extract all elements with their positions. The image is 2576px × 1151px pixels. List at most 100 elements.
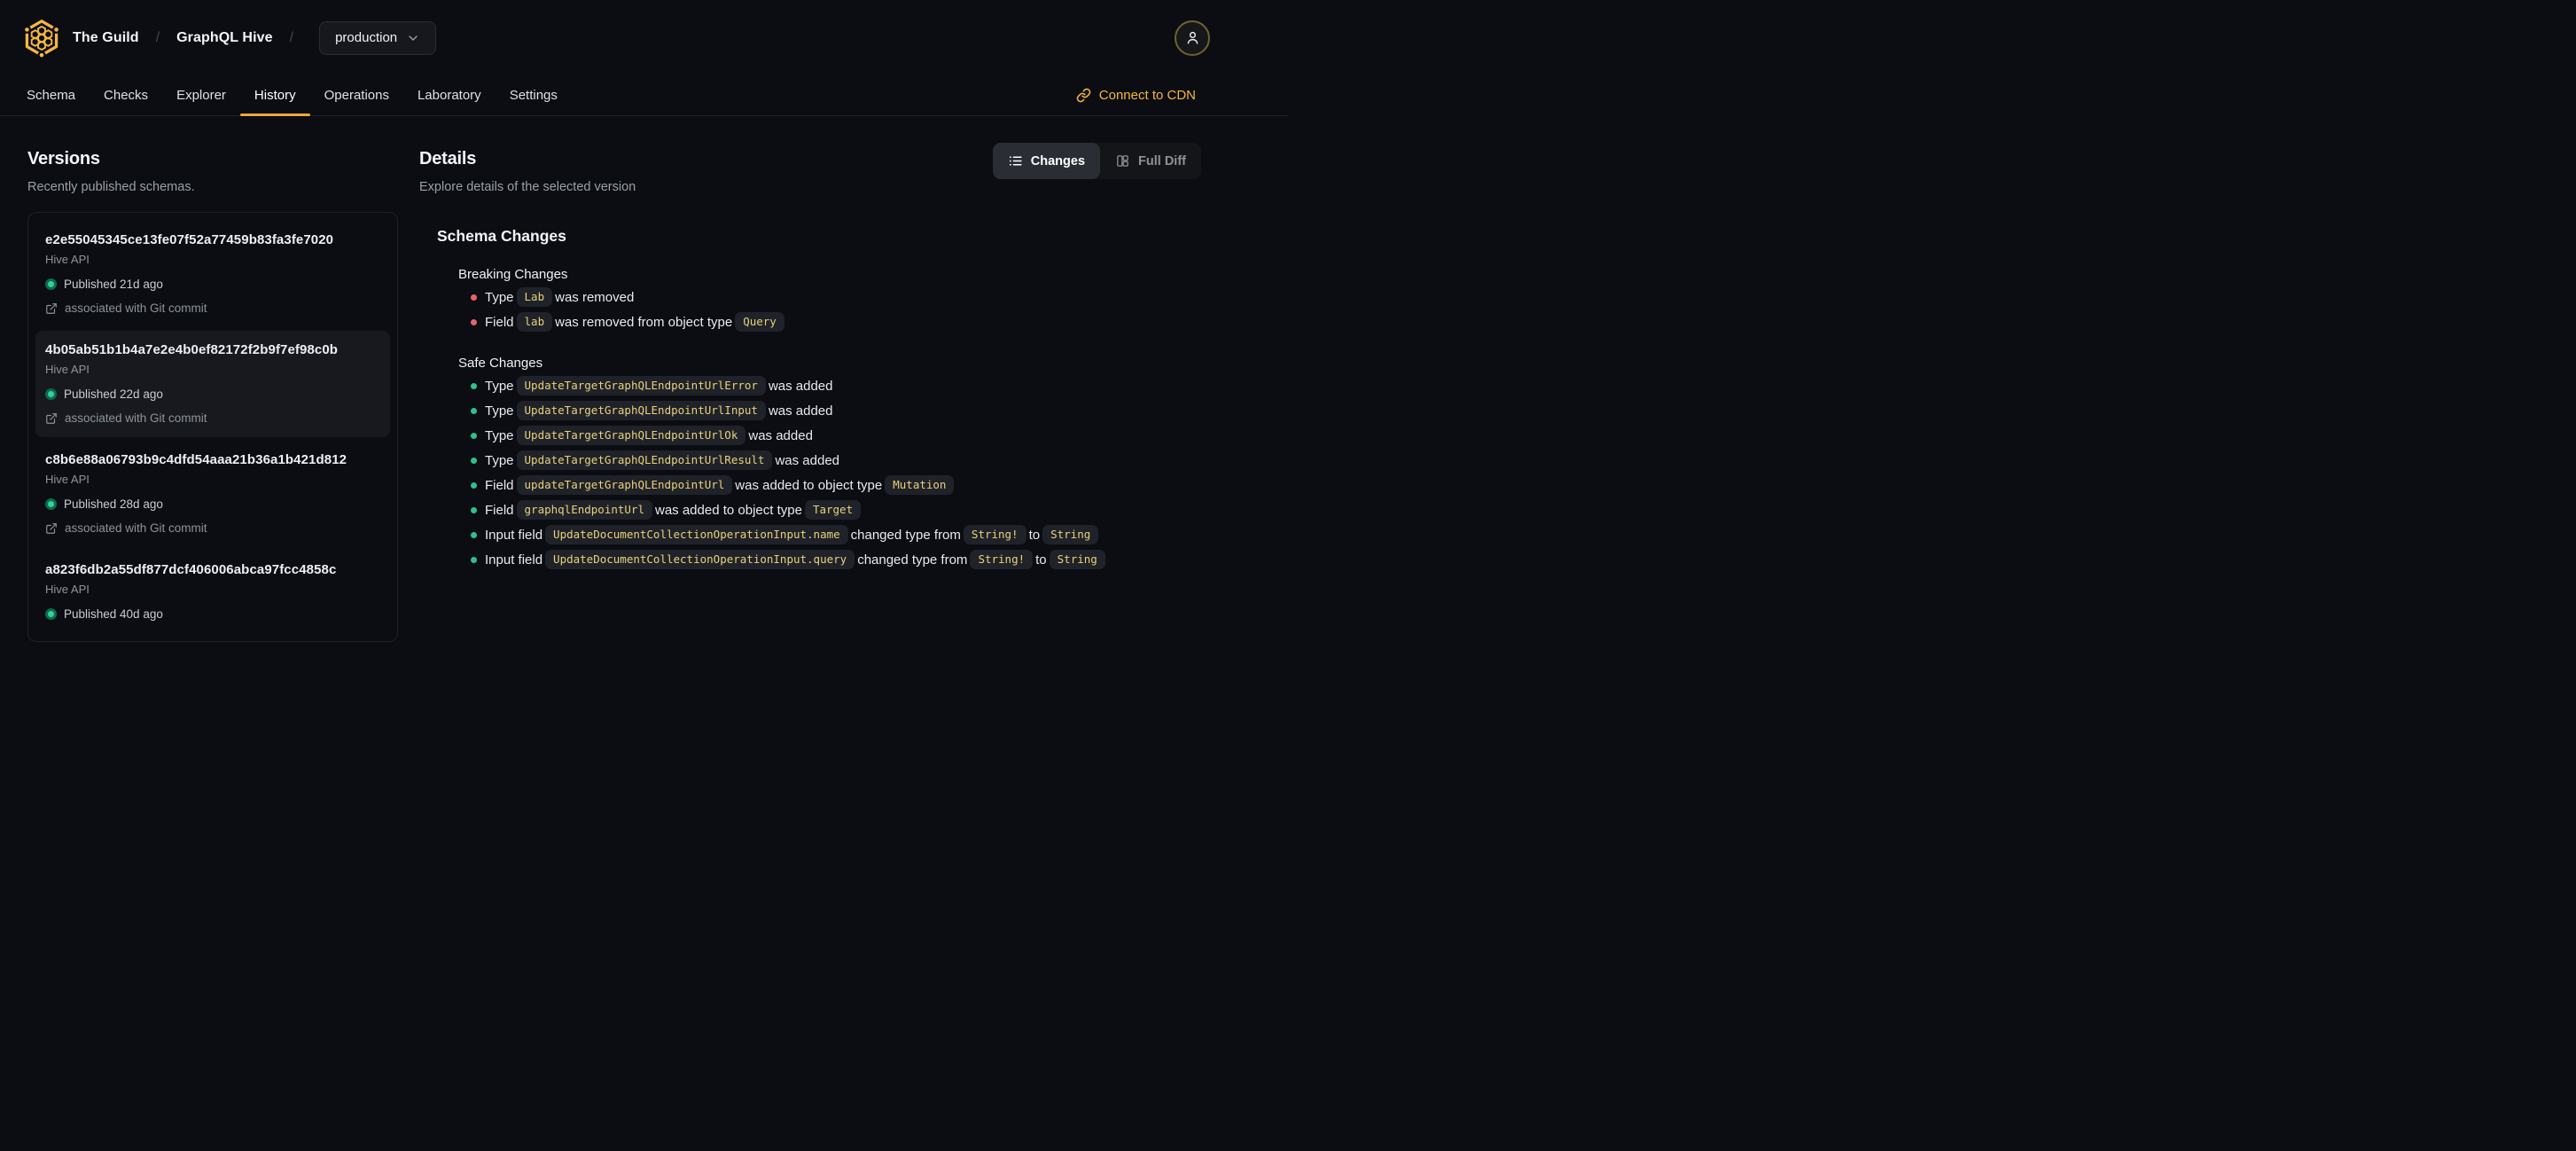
external-link-icon — [46, 522, 57, 534]
tab-label: Schema — [27, 88, 76, 103]
user-menu-button[interactable] — [1175, 20, 1210, 56]
version-published-row: Published 28d ago — [45, 497, 380, 512]
version-published-row: Published 21d ago — [45, 277, 380, 292]
version-hash: a823f6db2a55df877dcf406006abca97fcc4858c — [45, 562, 337, 577]
version-list-item[interactable]: 4b05ab51b1b4a7e2e4b0ef82172f2b9f7ef98c0b… — [35, 331, 390, 437]
connect-to-cdn-button[interactable]: Connect to CDN — [1076, 75, 1196, 115]
git-commit-label: associated with Git commit — [65, 521, 207, 535]
code-chip: UpdateTargetGraphQLEndpointUrlOk — [516, 426, 746, 445]
page-content: Versions Recently published schemas. e2e… — [0, 116, 1288, 642]
change-text: was added — [748, 427, 813, 443]
change-text: Type — [485, 427, 514, 443]
details-subtitle: Explore details of the selected version — [419, 180, 636, 194]
code-chip: Target — [804, 500, 862, 520]
safe-change-item: Field graphqlEndpointUrl was added to ob… — [458, 497, 1201, 522]
version-service-name: Hive API — [45, 253, 90, 266]
code-chip: UpdateTargetGraphQLEndpointUrlError — [516, 376, 766, 395]
git-commit-label: associated with Git commit — [65, 301, 207, 315]
tab-settings[interactable]: Settings — [496, 75, 572, 115]
change-text: was removed from object type — [555, 314, 733, 330]
change-text: Type — [485, 452, 514, 468]
versions-subtitle: Recently published schemas. — [27, 180, 195, 194]
view-toggle-changes[interactable]: Changes — [992, 143, 1101, 179]
git-commit-link[interactable]: associated with Git commit — [45, 521, 380, 536]
tab-explorer[interactable]: Explorer — [162, 75, 240, 115]
code-chip: Query — [735, 312, 785, 332]
change-bullet-dot — [471, 556, 477, 563]
code-chip: graphqlEndpointUrl — [516, 500, 652, 520]
details-header: Details Explore details of the selected … — [419, 143, 1201, 196]
git-commit-link[interactable]: associated with Git commit — [45, 301, 380, 316]
chevron-down-icon — [409, 35, 418, 41]
change-list: Type UpdateTargetGraphQLEndpointUrlError… — [458, 373, 1201, 572]
change-text: was removed — [555, 289, 635, 305]
connect-to-cdn-label: Connect to CDN — [1098, 88, 1196, 103]
tab-label: Checks — [104, 88, 149, 103]
main-nav-tabbar: Schema Checks Explorer History Operations Lab… — [0, 75, 1288, 116]
user-icon — [1187, 31, 1198, 44]
external-link-icon — [46, 412, 57, 424]
change-text: Input field — [485, 552, 543, 568]
link-icon — [1076, 88, 1091, 103]
versions-title: Versions — [27, 149, 100, 168]
code-chip: Lab — [516, 287, 553, 307]
change-text: Type — [485, 378, 514, 394]
code-chip: String — [1049, 550, 1105, 569]
tab-label: Laboratory — [417, 88, 481, 103]
change-text: to — [1028, 527, 1041, 543]
code-chip: lab — [516, 312, 553, 332]
git-commit-label: associated with Git commit — [65, 411, 207, 425]
change-text: changed type from — [850, 527, 961, 543]
change-section-title: Breaking Changes — [458, 267, 568, 282]
change-text: Field — [485, 314, 514, 330]
version-list-item[interactable]: c8b6e88a06793b9c4dfd54aaa21b36a1b421d812… — [35, 441, 390, 547]
breaking-changes-section: Breaking Changes Type Lab was removed Fie… — [458, 266, 1201, 334]
published-status-dot — [45, 388, 57, 400]
details-heading-block: Details Explore details of the selected … — [419, 148, 636, 196]
change-text: was added — [768, 378, 833, 394]
code-chip: Mutation — [885, 475, 955, 495]
tab-list: Schema Checks Explorer History Operations Lab… — [12, 75, 572, 116]
schema-changes-title: Schema Changes — [437, 227, 566, 245]
code-chip: UpdateTargetGraphQLEndpointUrlResult — [516, 450, 773, 470]
breadcrumb-org[interactable]: The Guild — [73, 30, 139, 46]
change-text: was added to object type — [654, 502, 802, 518]
breadcrumb-separator: / — [289, 29, 294, 45]
tab-schema[interactable]: Schema — [12, 75, 90, 115]
version-list-item[interactable]: a823f6db2a55df877dcf406006abca97fcc4858c… — [35, 551, 390, 633]
breaking-change-item: Type Lab was removed — [458, 285, 1201, 309]
tab-label: Operations — [324, 88, 389, 103]
tab-label: Settings — [509, 88, 558, 103]
git-commit-link[interactable]: associated with Git commit — [45, 411, 380, 426]
view-toggle-group: Changes Full Diff — [992, 143, 1201, 179]
change-sections: Breaking Changes Type Lab was removed Fie… — [437, 266, 1201, 572]
code-chip: String! — [963, 525, 1026, 544]
change-bullet-dot — [471, 318, 477, 325]
published-status-dot — [45, 608, 57, 620]
list-icon — [1009, 156, 1022, 166]
version-published-row: Published 40d ago — [45, 607, 380, 622]
change-text: Input field — [485, 527, 543, 543]
version-service-name: Hive API — [45, 583, 90, 596]
safe-change-item: Input field UpdateDocumentCollectionOper… — [458, 522, 1201, 547]
code-chip: UpdateDocumentCollectionOperationInput.q… — [545, 550, 855, 569]
breadcrumb-project[interactable]: GraphQL Hive — [176, 30, 273, 46]
change-section-title: Safe Changes — [458, 356, 543, 371]
versions-panel: Versions Recently published schemas. e2e… — [27, 148, 398, 642]
published-status-dot — [45, 278, 57, 290]
tab-laboratory[interactable]: Laboratory — [403, 75, 496, 115]
change-bullet-dot — [471, 407, 477, 414]
tab-label: Explorer — [176, 88, 226, 103]
change-bullet-dot — [471, 482, 477, 489]
tab-history[interactable]: History — [239, 75, 310, 116]
hive-logo-icon[interactable] — [21, 18, 62, 59]
version-list-item[interactable]: e2e55045345ce13fe07f52a77459b83fa3fe7020… — [35, 221, 390, 327]
tab-checks[interactable]: Checks — [90, 75, 162, 115]
safe-change-item: Input field UpdateDocumentCollectionOper… — [458, 547, 1201, 572]
target-selector-dropdown[interactable]: production — [319, 20, 437, 55]
version-published-label: Published 28d ago — [64, 497, 163, 511]
tab-operations[interactable]: Operations — [310, 75, 403, 115]
app-header: The Guild / GraphQL Hive / production Sc… — [0, 0, 1288, 116]
view-toggle-full-diff[interactable]: Full Diff — [1100, 143, 1201, 179]
active-tab-underline — [239, 114, 310, 116]
